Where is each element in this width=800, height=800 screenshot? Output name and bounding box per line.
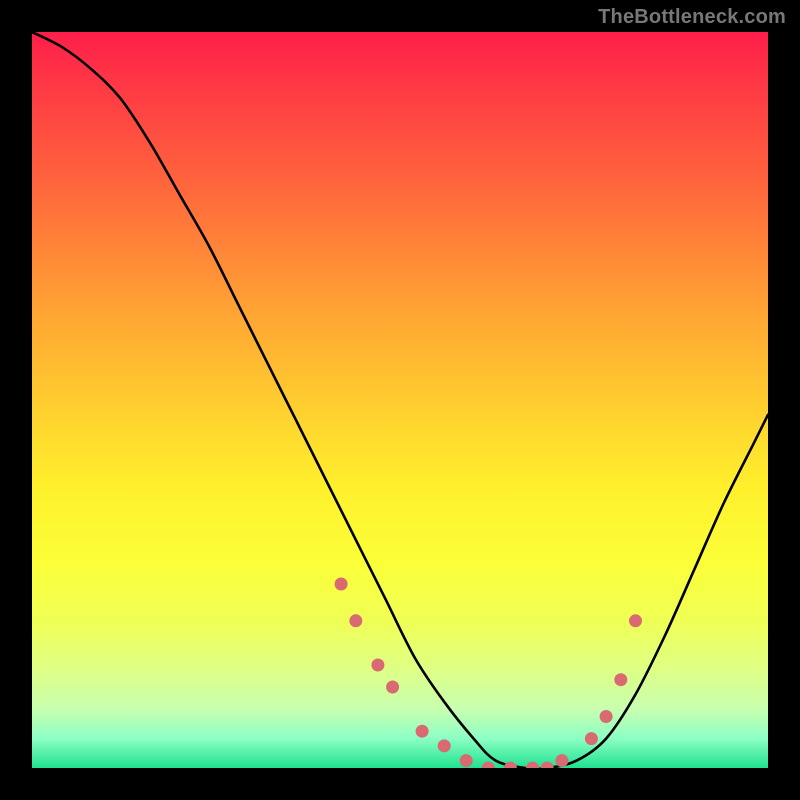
watermark-text: TheBottleneck.com [598, 6, 786, 29]
curve-marker [504, 762, 517, 769]
bottleneck-curve [32, 32, 768, 768]
curve-markers [335, 578, 642, 769]
curve-marker [629, 614, 642, 627]
curve-marker [349, 614, 362, 627]
curve-marker [371, 659, 384, 672]
curve-marker [416, 725, 429, 738]
curve-marker [600, 710, 613, 723]
curve-marker [335, 578, 348, 591]
curve-marker [614, 673, 627, 686]
curve-marker [541, 762, 554, 769]
curve-marker [386, 681, 399, 694]
chart-svg [32, 32, 768, 768]
curve-marker [460, 754, 473, 767]
curve-marker [526, 762, 539, 769]
curve-marker [482, 762, 495, 769]
curve-marker [555, 754, 568, 767]
curve-marker [585, 732, 598, 745]
chart-container: TheBottleneck.com [0, 0, 800, 800]
curve-marker [438, 739, 451, 752]
